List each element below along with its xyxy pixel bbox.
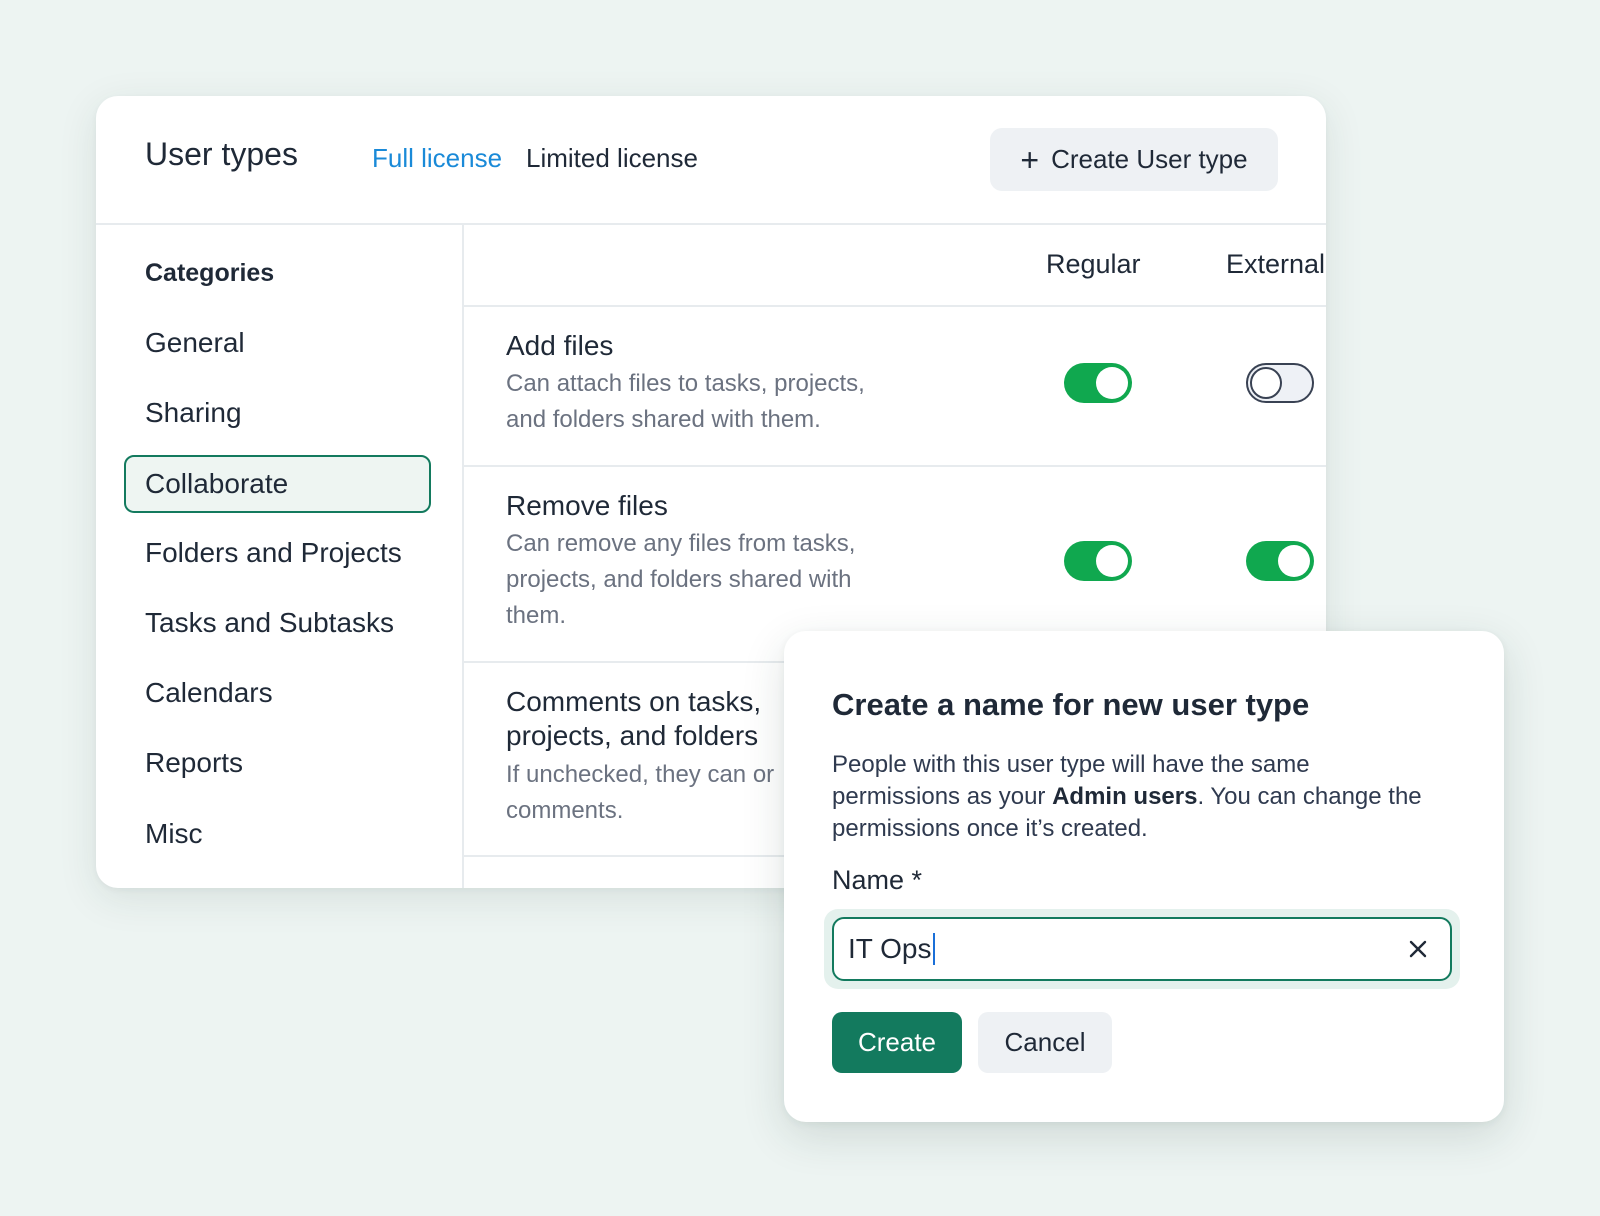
toggle-knob	[1278, 545, 1310, 577]
card-header: User types Full license Limited license …	[96, 96, 1326, 225]
permission-title-remove-files: Remove files	[506, 490, 668, 521]
clear-icon[interactable]	[1406, 937, 1430, 961]
create-user-type-label: Create User type	[1051, 144, 1248, 174]
name-input-wrapper[interactable]: IT Ops	[832, 917, 1452, 981]
column-header-regular: Regular	[1046, 249, 1141, 279]
sidebar-item-label: General	[145, 327, 245, 358]
dialog-description-bold: Admin users	[1052, 783, 1198, 810]
row-divider	[464, 305, 1326, 307]
sidebar-item-folders-and-projects[interactable]: Folders and Projects	[124, 525, 431, 581]
permission-desc-comments: If unchecked, they can or comments.	[506, 761, 775, 824]
sidebar-item-label: Sharing	[145, 397, 242, 428]
toggle-remove-files-external[interactable]	[1246, 541, 1314, 581]
permission-title-add-files: Add files	[506, 330, 614, 361]
row-divider	[464, 465, 1326, 467]
name-input[interactable]: IT Ops	[848, 919, 1368, 979]
sidebar-item-label: Calendars	[145, 677, 273, 708]
toggle-knob	[1096, 367, 1128, 399]
permission-title-comments: Comments on tasks, projects, and folders	[506, 686, 762, 751]
dialog-description: People with this user type will have the…	[832, 749, 1432, 845]
sidebar-item-misc[interactable]: Misc	[124, 806, 431, 862]
permission-desc-remove-files: Can remove any files from tasks, project…	[506, 530, 856, 629]
column-header-external: External	[1226, 249, 1326, 279]
cancel-button[interactable]: Cancel	[978, 1012, 1112, 1073]
tab-limited-license[interactable]: Limited license	[526, 143, 698, 174]
name-field-label: Name *	[832, 865, 923, 895]
toggle-remove-files-regular[interactable]	[1064, 541, 1132, 581]
plus-icon: +	[1020, 141, 1040, 178]
toggle-knob	[1096, 545, 1128, 577]
name-input-value: IT Ops	[848, 933, 932, 964]
permission-desc-add-files: Can attach files to tasks, projects, and…	[506, 370, 865, 433]
sidebar-item-label: Collaborate	[145, 468, 289, 499]
sidebar-item-label: Folders and Projects	[145, 537, 402, 568]
sidebar-item-sharing[interactable]: Sharing	[124, 385, 431, 441]
sidebar-item-label: Reports	[145, 747, 244, 778]
text-caret	[932, 933, 935, 965]
sidebar-item-general[interactable]: General	[124, 315, 431, 371]
sidebar-item-label: Misc	[145, 818, 203, 849]
categories-sidebar: Categories General Sharing Collaborate F…	[96, 225, 464, 888]
sidebar-item-tasks-and-subtasks[interactable]: Tasks and Subtasks	[124, 595, 431, 651]
create-user-type-button[interactable]: + Create User type	[990, 128, 1278, 191]
create-button[interactable]: Create	[832, 1012, 962, 1073]
page-title: User types	[145, 136, 298, 172]
create-user-type-dialog: Create a name for new user type People w…	[784, 631, 1504, 1122]
sidebar-item-label: Tasks and Subtasks	[145, 607, 395, 638]
sidebar-item-collaborate[interactable]: Collaborate	[124, 455, 431, 513]
toggle-add-files-regular[interactable]	[1064, 363, 1132, 403]
sidebar-item-reports[interactable]: Reports	[124, 735, 431, 791]
dialog-title: Create a name for new user type	[832, 687, 1310, 722]
toggle-knob	[1250, 367, 1282, 399]
categories-heading: Categories	[145, 259, 275, 287]
sidebar-item-calendars[interactable]: Calendars	[124, 665, 431, 721]
toggle-add-files-external[interactable]	[1246, 363, 1314, 403]
tab-full-license[interactable]: Full license	[372, 143, 502, 174]
